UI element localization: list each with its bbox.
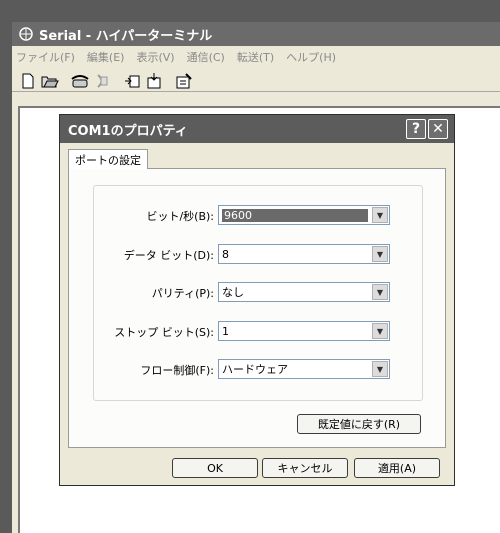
chevron-down-icon[interactable]: ▼: [372, 361, 388, 377]
hyperterminal-icon: [18, 26, 34, 42]
chevron-down-icon[interactable]: ▼: [372, 284, 388, 300]
menu-help[interactable]: ヘルプ(H): [286, 49, 336, 65]
close-button[interactable]: ✕: [428, 119, 448, 139]
tab-port-settings[interactable]: ポートの設定: [68, 149, 148, 169]
menu-file[interactable]: ファイル(F): [16, 49, 75, 65]
cancel-button[interactable]: キャンセル: [262, 458, 348, 478]
menu-transfer[interactable]: 転送(T): [237, 49, 274, 65]
parity-select[interactable]: なし ▼: [218, 282, 390, 302]
data-bits-label: データ ビット(D):: [123, 249, 214, 262]
com1-properties-dialog: COM1のプロパティ ? ✕ ポートの設定 ビット/秒(B): 9600 ▼ デ…: [59, 114, 455, 486]
send-icon[interactable]: [122, 71, 142, 91]
flow-control-label: フロー制御(F):: [140, 364, 214, 377]
restore-defaults-button[interactable]: 既定値に戻す(R): [297, 414, 421, 434]
phone-connect-icon[interactable]: [70, 71, 90, 91]
dialog-title: COM1のプロパティ: [68, 123, 188, 139]
phone-disconnect-icon[interactable]: [92, 71, 112, 91]
chevron-down-icon[interactable]: ▼: [372, 323, 388, 339]
properties-icon[interactable]: [174, 71, 194, 91]
tab-panel: ビット/秒(B): 9600 ▼ データ ビット(D): 8 ▼ パリティ(P)…: [68, 168, 446, 448]
chevron-down-icon[interactable]: ▼: [372, 246, 388, 262]
chevron-down-icon[interactable]: ▼: [372, 207, 388, 223]
flow-control-value: ハードウェア: [222, 363, 288, 376]
menu-view[interactable]: 表示(V): [136, 49, 174, 65]
menubar: ファイル(F) 編集(E) 表示(V) 通信(C) 転送(T) ヘルプ(H): [12, 48, 500, 66]
flow-control-select[interactable]: ハードウェア ▼: [218, 359, 390, 379]
stop-bits-label: ストップ ビット(S):: [114, 326, 214, 339]
menu-call[interactable]: 通信(C): [187, 49, 225, 65]
stop-bits-value: 1: [222, 324, 229, 338]
bits-per-second-select[interactable]: 9600 ▼: [218, 205, 390, 225]
bits-per-second-label: ビット/秒(B):: [146, 210, 214, 223]
data-bits-select[interactable]: 8 ▼: [218, 244, 390, 264]
settings-group: ビット/秒(B): 9600 ▼ データ ビット(D): 8 ▼ パリティ(P)…: [93, 185, 423, 401]
parity-value: なし: [222, 286, 244, 299]
toolbar: [12, 70, 500, 92]
receive-icon[interactable]: [144, 71, 164, 91]
ok-button[interactable]: OK: [172, 458, 258, 478]
help-button[interactable]: ?: [406, 119, 426, 139]
window-title: Serial - ハイパーターミナル: [39, 28, 213, 44]
window-titlebar: Serial - ハイパーターミナル: [12, 22, 500, 46]
stop-bits-select[interactable]: 1 ▼: [218, 321, 390, 341]
parity-label: パリティ(P):: [151, 287, 214, 300]
apply-button[interactable]: 適用(A): [354, 458, 440, 478]
dialog-titlebar: COM1のプロパティ: [60, 115, 454, 143]
new-file-icon[interactable]: [18, 71, 38, 91]
data-bits-value: 8: [222, 247, 229, 261]
menu-edit[interactable]: 編集(E): [87, 49, 125, 65]
open-folder-icon[interactable]: [40, 71, 60, 91]
bits-per-second-value: 9600: [222, 208, 368, 222]
